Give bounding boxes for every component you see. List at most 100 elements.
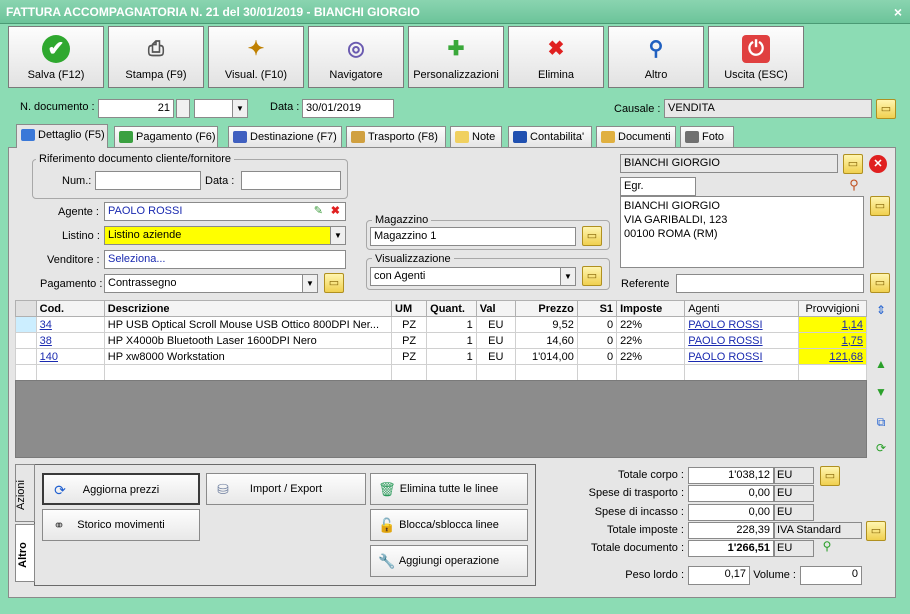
cell[interactable]: 1,75 xyxy=(797,332,868,349)
col-header[interactable]: S1 xyxy=(576,300,618,317)
visualizzazione-combo[interactable]: con Agenti ▼ xyxy=(370,267,576,286)
cell[interactable]: 1,14 xyxy=(797,316,868,333)
folder-icon[interactable]: ▭ xyxy=(870,273,890,293)
folder-icon[interactable]: ▭ xyxy=(876,99,896,119)
cell[interactable]: 1 xyxy=(426,348,477,365)
cell[interactable]: PAOLO ROSSI xyxy=(684,348,799,365)
cell[interactable]: 14,60 xyxy=(514,332,578,349)
arrow-up-icon[interactable]: ▲ xyxy=(872,355,890,373)
preview-button[interactable]: ✦ Visual. (F10) xyxy=(208,26,304,88)
grid-empty-area[interactable] xyxy=(15,380,867,458)
cell[interactable]: EU xyxy=(475,332,516,349)
table-row[interactable]: 34 HP USB Optical Scroll Mouse USB Ottic… xyxy=(15,316,868,333)
tab-azioni[interactable]: Azioni xyxy=(15,464,35,522)
col-header[interactable]: Cod. xyxy=(35,300,105,317)
tab-pagamento[interactable]: Pagamento (F6) xyxy=(114,126,218,148)
remove-client-icon[interactable]: ✕ xyxy=(869,155,887,173)
tab-foto[interactable]: Foto xyxy=(680,126,734,148)
folder-icon[interactable]: ▭ xyxy=(870,196,890,216)
movement-history-button[interactable]: ⚭ Storico movimenti xyxy=(42,509,200,541)
exit-button[interactable]: ⏻ Uscita (ESC) xyxy=(708,26,804,88)
folder-icon[interactable]: ▭ xyxy=(820,466,840,486)
cell[interactable]: 1 xyxy=(426,332,477,349)
pencil-icon[interactable]: ✎ xyxy=(314,203,323,220)
navigator-button[interactable]: ◎ Navigatore xyxy=(308,26,404,88)
cell[interactable]: 22% xyxy=(616,316,686,333)
cliente-address[interactable]: BIANCHI GIORGIO VIA GARIBALDI, 123 00100… xyxy=(620,196,864,268)
cell[interactable]: 22% xyxy=(616,348,686,365)
row-selector[interactable] xyxy=(15,364,37,381)
cell[interactable]: PZ xyxy=(391,332,428,349)
add-operation-button[interactable]: 🔧 Aggiungi operazione xyxy=(370,545,528,577)
volume-value[interactable]: 0 xyxy=(800,566,862,585)
col-header[interactable]: Quant. xyxy=(426,300,477,317)
cell[interactable]: 38 xyxy=(35,332,105,349)
spese-trasporto-value[interactable]: 0,00 xyxy=(688,485,774,502)
cell[interactable]: 121,68 xyxy=(797,348,868,365)
copy-icon[interactable]: ⧉ xyxy=(872,413,890,431)
cell[interactable]: 0 xyxy=(576,348,618,365)
col-header[interactable]: Imposte xyxy=(616,300,686,317)
save-button[interactable]: ✔ Salva (F12) xyxy=(8,26,104,88)
cell[interactable]: PAOLO ROSSI xyxy=(684,332,799,349)
row-selector[interactable] xyxy=(15,316,37,333)
row-selector[interactable] xyxy=(15,348,37,365)
col-header[interactable]: UM xyxy=(391,300,428,317)
venditore-input[interactable]: Seleziona... xyxy=(104,250,346,269)
lock-lines-button[interactable]: 🔓 Blocca/sblocca linee xyxy=(370,509,528,541)
other-button[interactable]: ⚲ Altro xyxy=(608,26,704,88)
cell[interactable]: 22% xyxy=(616,332,686,349)
cell[interactable]: 34 xyxy=(35,316,105,333)
table-row-empty[interactable] xyxy=(15,364,868,381)
delete-all-lines-button[interactable]: 🗑 Elimina tutte le linee xyxy=(370,473,528,505)
cell[interactable]: 1'014,00 xyxy=(514,348,578,365)
cell[interactable]: 0 xyxy=(576,316,618,333)
cell[interactable]: 140 xyxy=(35,348,105,365)
cell[interactable]: PZ xyxy=(391,316,428,333)
magazzino-input[interactable]: Magazzino 1 xyxy=(370,227,576,246)
listino-combo[interactable]: Listino aziende ▼ xyxy=(104,226,346,245)
col-header[interactable]: Descrizione xyxy=(103,300,393,317)
col-header[interactable]: Provvigioni xyxy=(797,300,868,317)
update-prices-button[interactable]: ⟳ Aggiorna prezzi xyxy=(42,473,200,505)
causale-input[interactable]: VENDITA xyxy=(664,99,872,118)
col-header[interactable]: Val xyxy=(475,300,516,317)
row-selector[interactable] xyxy=(15,332,37,349)
num-input[interactable] xyxy=(95,171,201,190)
spese-incasso-value[interactable]: 0,00 xyxy=(688,504,774,521)
folder-icon[interactable]: ▭ xyxy=(582,226,602,246)
move-updown-icon[interactable]: ⇕ xyxy=(872,301,890,319)
folder-icon[interactable]: ▭ xyxy=(843,154,863,174)
cell[interactable]: HP xw8000 Workstation xyxy=(103,348,393,365)
tab-documenti[interactable]: Documenti xyxy=(596,126,676,148)
tab-destinazione[interactable]: Destinazione (F7) xyxy=(228,126,342,148)
pagamento-combo[interactable]: Contrassegno ▼ xyxy=(104,274,318,293)
cell[interactable]: EU xyxy=(475,316,516,333)
agente-input[interactable]: PAOLO ROSSI ✎ ✖ xyxy=(104,202,346,221)
referente-input[interactable] xyxy=(676,274,864,293)
folder-icon[interactable]: ▭ xyxy=(582,266,602,286)
cliente-title-input[interactable]: Egr. xyxy=(620,177,696,196)
ndoc-suffix-combo[interactable]: ▼ xyxy=(194,99,248,118)
tab-dettaglio[interactable]: Dettaglio (F5) xyxy=(16,124,108,148)
cell[interactable]: PAOLO ROSSI xyxy=(684,316,799,333)
peso-lordo-value[interactable]: 0,17 xyxy=(688,566,750,585)
table-row[interactable]: 140 HP xw8000 Workstation PZ 1 EU 1'014,… xyxy=(15,348,868,365)
refresh-icon[interactable]: ⟳ xyxy=(872,439,890,457)
zoom-icon[interactable]: ⚲ xyxy=(818,539,836,557)
cell[interactable]: EU xyxy=(475,348,516,365)
cell[interactable]: 9,52 xyxy=(514,316,578,333)
date-input[interactable]: 30/01/2019 xyxy=(302,99,394,118)
cliente-name-input[interactable]: BIANCHI GIORGIO xyxy=(620,154,838,173)
table-row[interactable]: 38 HP X4000b Bluetooth Laser 1600DPI Ner… xyxy=(15,332,868,349)
customize-button[interactable]: ✚ Personalizzazioni xyxy=(408,26,504,88)
close-icon[interactable]: × xyxy=(894,0,902,24)
ndoc-input[interactable]: 21 xyxy=(98,99,174,118)
tab-contabilita[interactable]: Contabilita' xyxy=(508,126,592,148)
tab-altro[interactable]: Altro xyxy=(15,524,35,582)
cell[interactable]: PZ xyxy=(391,348,428,365)
clear-icon[interactable]: ✖ xyxy=(331,203,340,220)
col-header[interactable]: Prezzo xyxy=(514,300,578,317)
print-button[interactable]: ⎙ Stampa (F9) xyxy=(108,26,204,88)
folder-icon[interactable]: ▭ xyxy=(866,521,886,541)
